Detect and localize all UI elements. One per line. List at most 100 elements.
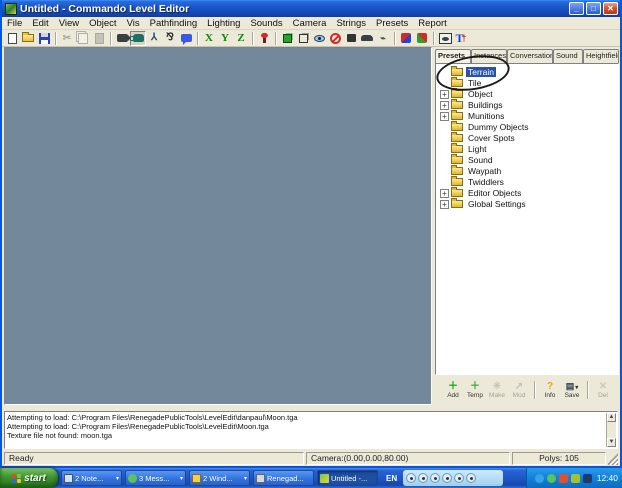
taskbar-item-leveledit[interactable]: Untitled -... (317, 470, 378, 486)
pathfind-tool-icon[interactable]: ⌁ (375, 31, 391, 46)
tab-instances[interactable]: Instances (471, 49, 507, 63)
save-icon[interactable] (36, 31, 52, 46)
tab-presets[interactable]: Presets (435, 49, 471, 63)
tree-item-tile[interactable]: Tile (440, 78, 618, 88)
menu-vis[interactable]: Vis (122, 18, 145, 29)
lighting-tool-icon[interactable] (398, 31, 414, 46)
open-icon[interactable] (20, 31, 36, 46)
title-bar[interactable]: Untitled - Commando Level Editor _ □ ✕ (2, 0, 620, 17)
media-play-icon[interactable] (418, 473, 428, 483)
tray-shield-icon[interactable] (571, 474, 580, 483)
taskbar-item-explorer-group[interactable]: 2 Wind...▾ (189, 470, 250, 486)
media-next-icon[interactable] (442, 473, 452, 483)
menu-lighting[interactable]: Lighting (202, 18, 245, 29)
light-solve-icon[interactable] (414, 31, 430, 46)
tray-network-icon[interactable] (583, 474, 592, 483)
menu-view[interactable]: View (54, 18, 84, 29)
taskbar-clock[interactable]: 12:40 (597, 473, 618, 483)
resize-grip[interactable] (608, 452, 618, 465)
tree-item-object[interactable]: +Object (440, 89, 618, 99)
tray-alert-icon[interactable] (559, 474, 568, 483)
menu-file[interactable]: File (2, 18, 27, 29)
taskbar: start 2 Note...▾ 3 Mess...▾ 2 Wind...▾ R… (0, 468, 622, 488)
media-volume-icon[interactable] (466, 473, 476, 483)
menu-strings[interactable]: Strings (331, 18, 371, 29)
tree-item-dummy-objects[interactable]: Dummy Objects (440, 122, 618, 132)
copy-icon (75, 31, 91, 46)
expander-icon[interactable]: + (440, 101, 449, 110)
menu-camera[interactable]: Camera (288, 18, 332, 29)
vis-disable-icon[interactable] (327, 31, 343, 46)
tree-item-buildings[interactable]: +Buildings (440, 100, 618, 110)
temp-icon: ＋ (470, 381, 480, 392)
object-mode-icon[interactable] (130, 31, 146, 46)
waypoint-pin-icon[interactable] (256, 31, 272, 46)
tab-heightfield[interactable]: Heightfield (583, 49, 619, 63)
media-prev-icon[interactable] (406, 473, 416, 483)
taskbar-item-renegade[interactable]: Renegad... (253, 470, 314, 486)
axis-z-icon[interactable]: Z (233, 31, 249, 46)
menu-object[interactable]: Object (84, 18, 121, 29)
media-stop-icon[interactable] (430, 473, 440, 483)
log-scrollbar[interactable]: ▲ ▼ (606, 413, 616, 447)
scroll-down-icon[interactable]: ▼ (607, 438, 616, 447)
tab-sound[interactable]: Sound (553, 49, 583, 63)
temp-button[interactable]: ＋ Temp (464, 381, 486, 399)
chevron-down-icon: ▾ (244, 475, 247, 482)
axis-y-icon[interactable]: Y (217, 31, 233, 46)
text-tool-icon[interactable]: T† (453, 31, 469, 46)
status-polys: Polys: 105 (512, 452, 606, 465)
new-icon[interactable] (4, 31, 20, 46)
tray-messenger-icon[interactable] (535, 474, 544, 483)
menu-pathfinding[interactable]: Pathfinding (145, 18, 203, 29)
tree-item-munitions[interactable]: +Munitions (440, 111, 618, 121)
sound-tool-icon[interactable] (343, 31, 359, 46)
comment-icon[interactable] (178, 31, 194, 46)
add-button[interactable]: ＋ Add (442, 381, 464, 399)
level-viewport[interactable] (4, 47, 432, 405)
taskbar-item-notepad-group[interactable]: 2 Note...▾ (61, 470, 122, 486)
vehicle-tool-icon[interactable] (359, 31, 375, 46)
tab-conversations[interactable]: Conversations (507, 49, 553, 63)
tree-item-sound[interactable]: Sound (440, 155, 618, 165)
menu-edit[interactable]: Edit (27, 18, 53, 29)
taskbar-item-messenger-group[interactable]: 3 Mess...▾ (125, 470, 186, 486)
expander-icon[interactable]: + (440, 200, 449, 209)
tree-item-twiddlers[interactable]: Twiddlers (440, 177, 618, 187)
expander-icon[interactable]: + (440, 112, 449, 121)
tree-item-waypath[interactable]: Waypath (440, 166, 618, 176)
vis-camera-icon[interactable] (437, 31, 453, 46)
create-object-icon[interactable] (279, 31, 295, 46)
window-title: Untitled - Commando Level Editor (20, 3, 569, 15)
scroll-up-icon[interactable]: ▲ (607, 413, 616, 422)
save-preset-button[interactable]: ▤▾ Save (561, 381, 583, 399)
expander-icon[interactable]: + (440, 189, 449, 198)
run-mode-icon[interactable]: ⅋ (162, 31, 178, 46)
status-bar: Ready Camera:(0.00,0.00,80.00) Polys: 10… (4, 451, 618, 466)
tree-item-terrain[interactable]: Terrain (440, 67, 618, 77)
close-button[interactable]: ✕ (603, 2, 618, 15)
media-mute-icon[interactable] (454, 473, 464, 483)
axis-x-icon[interactable]: X (201, 31, 217, 46)
log-output[interactable]: Attempting to load: C:\Program Files\Ren… (4, 411, 618, 449)
minimize-button[interactable]: _ (569, 2, 584, 15)
tray-status-icon[interactable] (547, 474, 556, 483)
camera-mode-icon[interactable] (114, 31, 130, 46)
tree-item-editor-objects[interactable]: +Editor Objects (440, 188, 618, 198)
tree-item-global-settings[interactable]: +Global Settings (440, 199, 618, 209)
menu-report[interactable]: Report (413, 18, 452, 29)
move-object-icon[interactable] (295, 31, 311, 46)
walk-mode-icon[interactable]: ⅄ (146, 31, 162, 46)
tree-item-light[interactable]: Light (440, 144, 618, 154)
tree-item-cover-spots[interactable]: Cover Spots (440, 133, 618, 143)
vis-points-icon[interactable] (311, 31, 327, 46)
maximize-button[interactable]: □ (586, 2, 601, 15)
delete-icon: ✕ (599, 381, 607, 392)
desktop: Untitled - Commando Level Editor _ □ ✕ F… (0, 0, 622, 488)
info-button[interactable]: ? Info (539, 381, 561, 399)
expander-icon[interactable]: + (440, 90, 449, 99)
menu-sounds[interactable]: Sounds (245, 18, 287, 29)
language-indicator[interactable]: EN (386, 474, 397, 483)
start-button[interactable]: start (0, 468, 58, 488)
menu-presets[interactable]: Presets (371, 18, 413, 29)
